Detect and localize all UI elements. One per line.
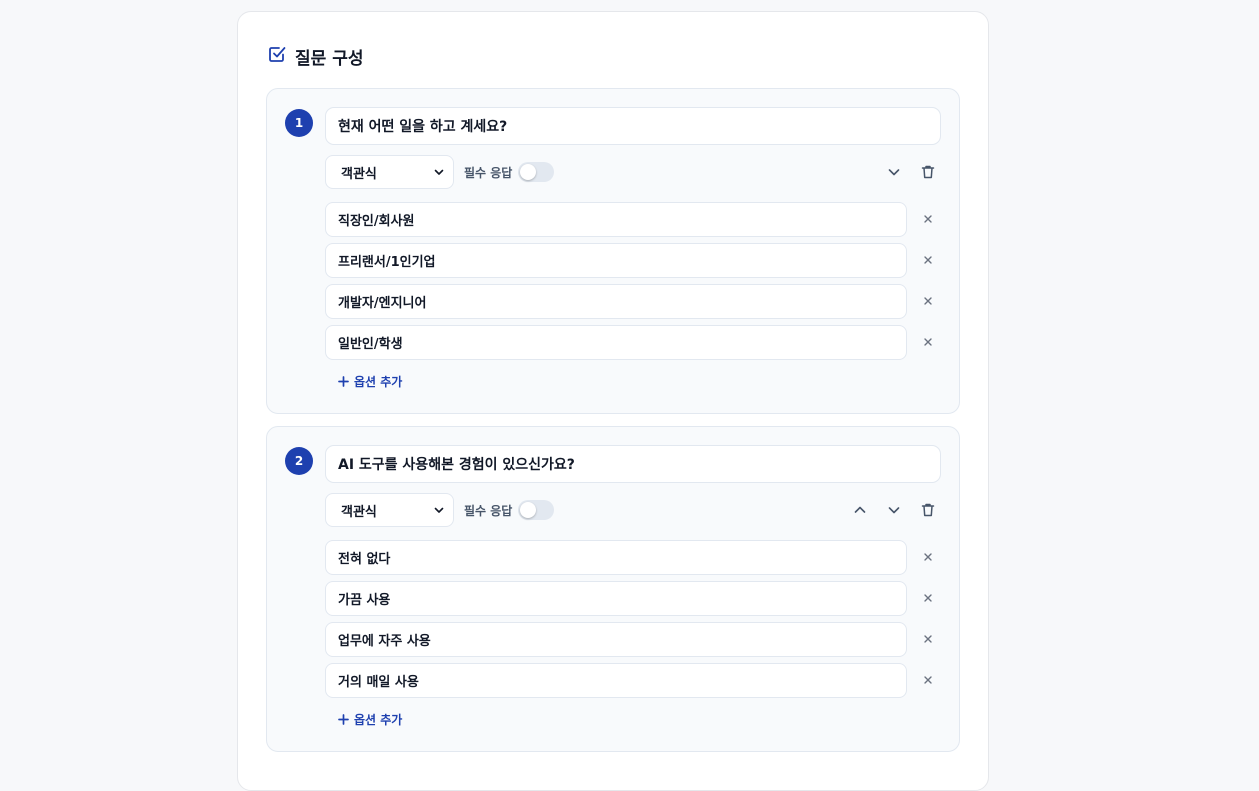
- chevron-down-icon: [434, 507, 444, 513]
- option-row: 직장인/회사원: [325, 202, 941, 237]
- option-input[interactable]: 거의 매일 사용: [325, 663, 907, 698]
- close-icon: [924, 676, 932, 684]
- option-input[interactable]: 가끔 사용: [325, 581, 907, 616]
- checkbox-icon: [267, 44, 287, 69]
- question-controls: 객관식 필수 응답: [325, 493, 941, 527]
- trash-icon: [921, 165, 935, 179]
- plus-icon: [338, 376, 349, 387]
- option-row: 전혀 없다: [325, 540, 941, 575]
- option-input[interactable]: 프리랜서/1인기업: [325, 243, 907, 278]
- move-up-button[interactable]: [847, 497, 873, 523]
- question-type-select[interactable]: 객관식: [325, 155, 454, 189]
- plus-icon: [338, 714, 349, 725]
- option-row: 일반인/학생: [325, 325, 941, 360]
- option-input[interactable]: 일반인/학생: [325, 325, 907, 360]
- add-option-button[interactable]: 옵션 추가: [337, 711, 402, 728]
- option-input[interactable]: 업무에 자주 사용: [325, 622, 907, 657]
- remove-option-button[interactable]: [919, 671, 937, 689]
- section-title-text: 질문 구성: [295, 49, 364, 69]
- required-label: 필수 응답: [464, 165, 513, 180]
- delete-question-button[interactable]: [915, 497, 941, 523]
- required-label: 필수 응답: [464, 503, 513, 518]
- chevron-up-icon: [854, 506, 866, 513]
- chevron-down-icon: [888, 169, 900, 176]
- question-card-1: 1 현재 어떤 일을 하고 계세요? 객관식 필수 응답 직장인/회사원 프리랜…: [266, 88, 960, 414]
- question-type-select[interactable]: 객관식: [325, 493, 454, 527]
- option-input[interactable]: 직장인/회사원: [325, 202, 907, 237]
- close-icon: [924, 256, 932, 264]
- question-type-value: 객관식: [341, 166, 377, 182]
- remove-option-button[interactable]: [919, 548, 937, 566]
- trash-icon: [921, 503, 935, 517]
- remove-option-button[interactable]: [919, 292, 937, 310]
- option-input[interactable]: 전혀 없다: [325, 540, 907, 575]
- option-input[interactable]: 개발자/엔지니어: [325, 284, 907, 319]
- option-row: 거의 매일 사용: [325, 663, 941, 698]
- option-row: 업무에 자주 사용: [325, 622, 941, 657]
- question-title-input[interactable]: 현재 어떤 일을 하고 계세요?: [325, 107, 941, 145]
- delete-question-button[interactable]: [915, 159, 941, 185]
- move-down-button[interactable]: [881, 497, 907, 523]
- remove-option-button[interactable]: [919, 589, 937, 607]
- required-toggle[interactable]: [518, 162, 555, 182]
- question-number-badge: 1: [285, 109, 313, 137]
- remove-option-button[interactable]: [919, 333, 937, 351]
- close-icon: [924, 635, 932, 643]
- toggle-knob: [520, 502, 537, 518]
- close-icon: [924, 297, 932, 305]
- chevron-down-icon: [434, 169, 444, 175]
- remove-option-button[interactable]: [919, 210, 937, 228]
- close-icon: [924, 594, 932, 602]
- add-option-label: 옵션 추가: [354, 713, 403, 727]
- required-toggle[interactable]: [518, 500, 555, 520]
- remove-option-button[interactable]: [919, 630, 937, 648]
- add-option-label: 옵션 추가: [354, 375, 403, 389]
- question-type-value: 객관식: [341, 504, 377, 520]
- option-row: 개발자/엔지니어: [325, 284, 941, 319]
- toggle-knob: [520, 164, 537, 180]
- add-option-button[interactable]: 옵션 추가: [337, 373, 402, 390]
- question-title-input[interactable]: AI 도구를 사용해본 경험이 있으신가요?: [325, 445, 941, 483]
- question-builder-panel: 질문 구성 1 현재 어떤 일을 하고 계세요? 객관식 필수 응답 직장인/회…: [237, 11, 989, 791]
- move-down-button[interactable]: [881, 159, 907, 185]
- close-icon: [924, 338, 932, 346]
- remove-option-button[interactable]: [919, 251, 937, 269]
- question-number-badge: 2: [285, 447, 313, 475]
- option-row: 프리랜서/1인기업: [325, 243, 941, 278]
- chevron-down-icon: [888, 507, 900, 514]
- section-title: 질문 구성: [267, 44, 363, 69]
- question-card-2: 2 AI 도구를 사용해본 경험이 있으신가요? 객관식 필수 응답 전혀 없다: [266, 426, 960, 752]
- close-icon: [924, 553, 932, 561]
- option-row: 가끔 사용: [325, 581, 941, 616]
- close-icon: [924, 215, 932, 223]
- question-controls: 객관식 필수 응답: [325, 155, 941, 189]
